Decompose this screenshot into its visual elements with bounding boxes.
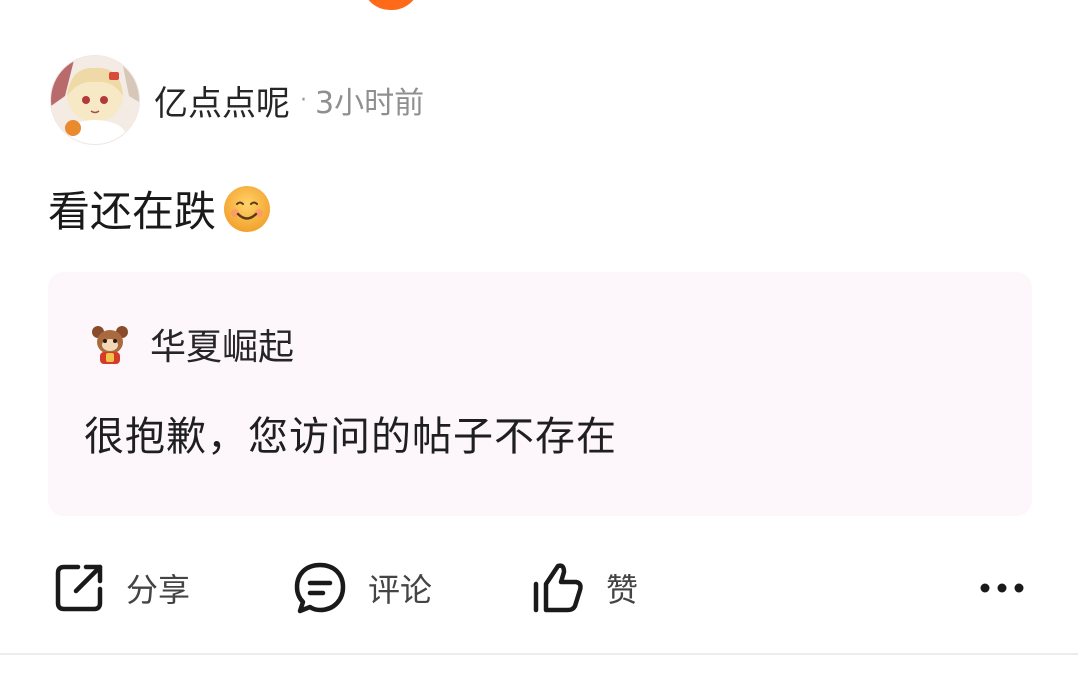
more-button[interactable] bbox=[974, 556, 1030, 620]
post-content: 看还在跌 bbox=[48, 178, 272, 239]
like-button[interactable]: 赞 bbox=[530, 556, 638, 620]
bottom-divider bbox=[0, 653, 1078, 655]
thumbs-up-icon bbox=[533, 563, 583, 613]
post-header: 亿点点呢 · 3小时前 bbox=[50, 55, 425, 145]
avatar-illustration bbox=[51, 56, 139, 144]
comment-label: 评论 bbox=[368, 571, 433, 609]
quoted-post-text: 很抱歉，您访问的帖子不存在 bbox=[84, 414, 617, 460]
top-indicator bbox=[362, 0, 420, 10]
author-name[interactable]: 亿点点呢 bbox=[154, 76, 290, 125]
post-text: 看还在跌 bbox=[48, 187, 217, 236]
action-bar: 分享 评论 赞 bbox=[0, 556, 1078, 620]
author-avatar[interactable] bbox=[50, 55, 140, 145]
quoted-post-header: 华夏崛起 bbox=[88, 318, 294, 370]
more-dots-icon bbox=[980, 583, 1024, 593]
meta-separator: · bbox=[300, 87, 307, 113]
comment-button[interactable]: 评论 bbox=[292, 556, 432, 620]
quoted-author-name[interactable]: 华夏崛起 bbox=[150, 318, 294, 370]
quoted-author-avatar[interactable] bbox=[88, 322, 132, 366]
share-label: 分享 bbox=[126, 571, 191, 609]
post-page: 亿点点呢 · 3小时前 看还在跌 华夏崛起 很抱歉，您访问的帖子不存在 分享 评… bbox=[0, 0, 1078, 673]
comment-icon bbox=[294, 562, 346, 614]
share-button[interactable]: 分享 bbox=[52, 556, 190, 620]
share-icon bbox=[55, 564, 103, 612]
smile-emoji-icon bbox=[224, 185, 271, 232]
like-label: 赞 bbox=[606, 571, 639, 609]
post-time: 3小时前 bbox=[315, 86, 425, 121]
quoted-post-card[interactable]: 华夏崛起 很抱歉，您访问的帖子不存在 bbox=[48, 272, 1032, 516]
